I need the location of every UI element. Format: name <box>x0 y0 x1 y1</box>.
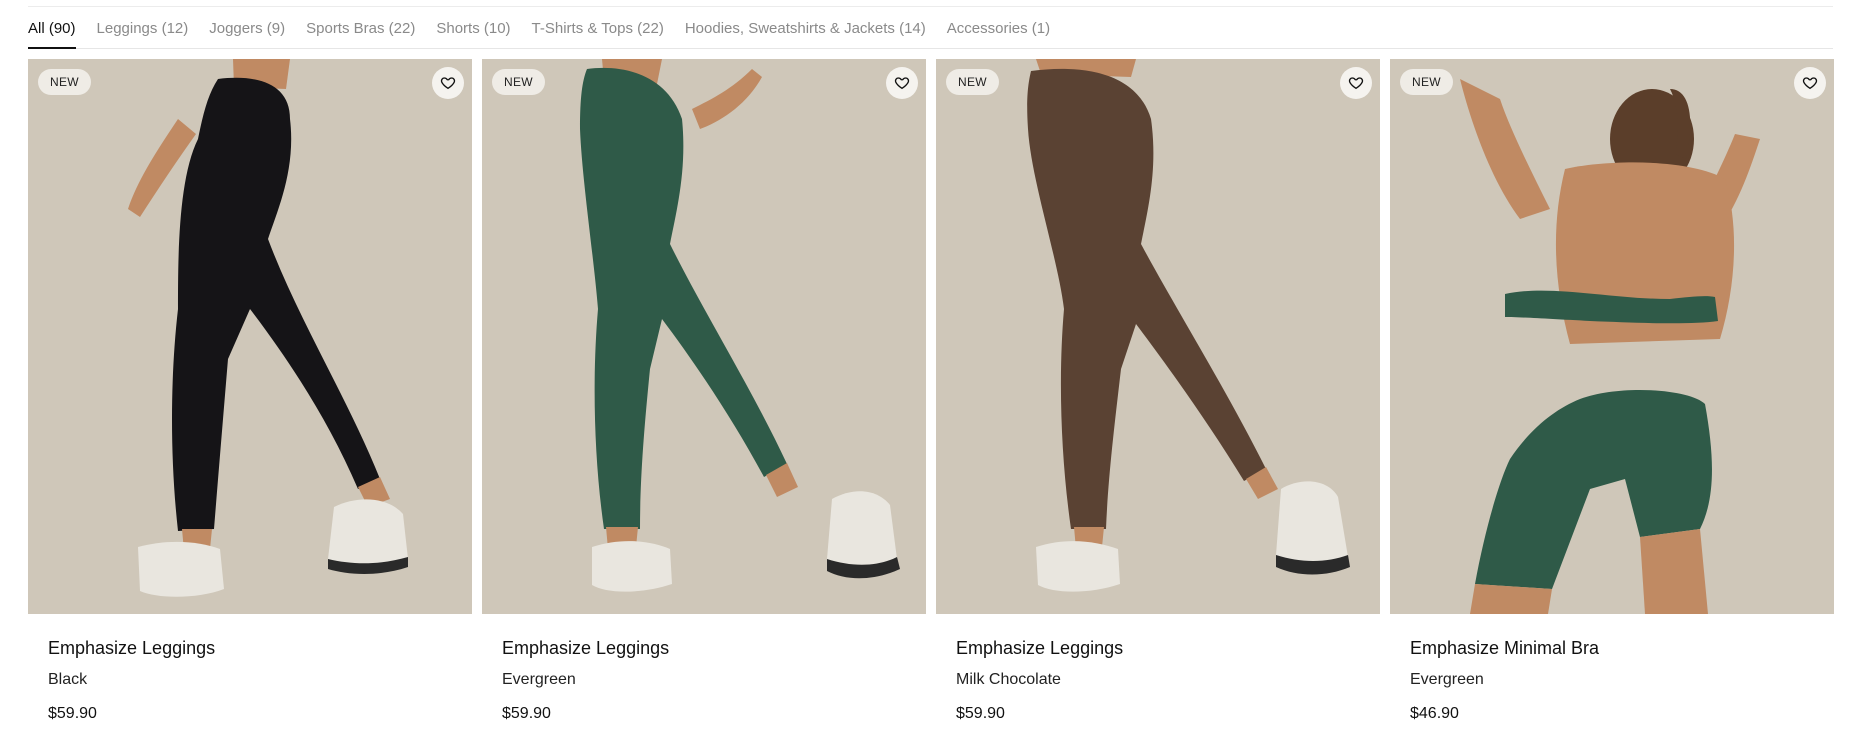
new-badge: NEW <box>38 69 91 95</box>
product-price: $59.90 <box>502 705 551 722</box>
tab-accessories[interactable]: Accessories (1) <box>947 7 1050 48</box>
product-variant: Milk Chocolate <box>956 671 1061 688</box>
new-badge: NEW <box>946 69 999 95</box>
product-name[interactable]: Emphasize Leggings <box>956 636 1360 660</box>
product-name[interactable]: Emphasize Leggings <box>502 636 906 660</box>
product-image[interactable]: NEW <box>482 59 926 614</box>
category-tabs: All (90) Leggings (12) Joggers (9) Sport… <box>28 7 1833 49</box>
tab-hoodies-sweatshirts-jackets[interactable]: Hoodies, Sweatshirts & Jackets (14) <box>685 7 926 48</box>
product-price: $59.90 <box>956 705 1005 722</box>
new-badge: NEW <box>492 69 545 95</box>
product-price: $59.90 <box>48 705 97 722</box>
product-card[interactable]: NEW Emphasize Minimal Bra Evergreen $46.… <box>1390 59 1834 724</box>
product-info: Emphasize Leggings Milk Chocolate $59.90 <box>936 614 1380 724</box>
product-variant: Evergreen <box>502 671 576 688</box>
product-photo <box>1390 59 1834 614</box>
product-card[interactable]: NEW Emphasize Leggings Evergreen $59.90 <box>482 59 926 724</box>
product-image[interactable]: NEW <box>28 59 472 614</box>
tab-joggers[interactable]: Joggers (9) <box>209 7 285 48</box>
product-info: Emphasize Leggings Black $59.90 <box>28 614 472 724</box>
heart-outline-icon[interactable] <box>432 67 464 99</box>
product-name[interactable]: Emphasize Leggings <box>48 636 452 660</box>
heart-outline-icon[interactable] <box>1794 67 1826 99</box>
product-photo <box>482 59 926 614</box>
product-card[interactable]: NEW Emphasize Leggings Black $59.90 <box>28 59 472 724</box>
product-grid: NEW Emphasize Leggings Black $59.90 NEW … <box>28 59 1834 724</box>
product-price: $46.90 <box>1410 705 1459 722</box>
heart-outline-icon[interactable] <box>886 67 918 99</box>
category-filter-bar: All (90) Leggings (12) Joggers (9) Sport… <box>28 6 1833 49</box>
tab-leggings[interactable]: Leggings (12) <box>97 7 189 48</box>
product-image[interactable]: NEW <box>1390 59 1834 614</box>
product-variant: Evergreen <box>1410 671 1484 688</box>
tab-sports-bras[interactable]: Sports Bras (22) <box>306 7 415 48</box>
product-card[interactable]: NEW Emphasize Leggings Milk Chocolate $5… <box>936 59 1380 724</box>
product-image[interactable]: NEW <box>936 59 1380 614</box>
tab-shorts[interactable]: Shorts (10) <box>436 7 510 48</box>
product-info: Emphasize Minimal Bra Evergreen $46.90 <box>1390 614 1834 724</box>
product-listing-page: All (90) Leggings (12) Joggers (9) Sport… <box>0 0 1857 751</box>
product-photo <box>28 59 472 614</box>
tab-all[interactable]: All (90) <box>28 7 76 49</box>
heart-outline-icon[interactable] <box>1340 67 1372 99</box>
product-variant: Black <box>48 671 88 688</box>
product-info: Emphasize Leggings Evergreen $59.90 <box>482 614 926 724</box>
product-name[interactable]: Emphasize Minimal Bra <box>1410 636 1814 660</box>
product-photo <box>936 59 1380 614</box>
tab-t-shirts-tops[interactable]: T-Shirts & Tops (22) <box>532 7 664 48</box>
new-badge: NEW <box>1400 69 1453 95</box>
